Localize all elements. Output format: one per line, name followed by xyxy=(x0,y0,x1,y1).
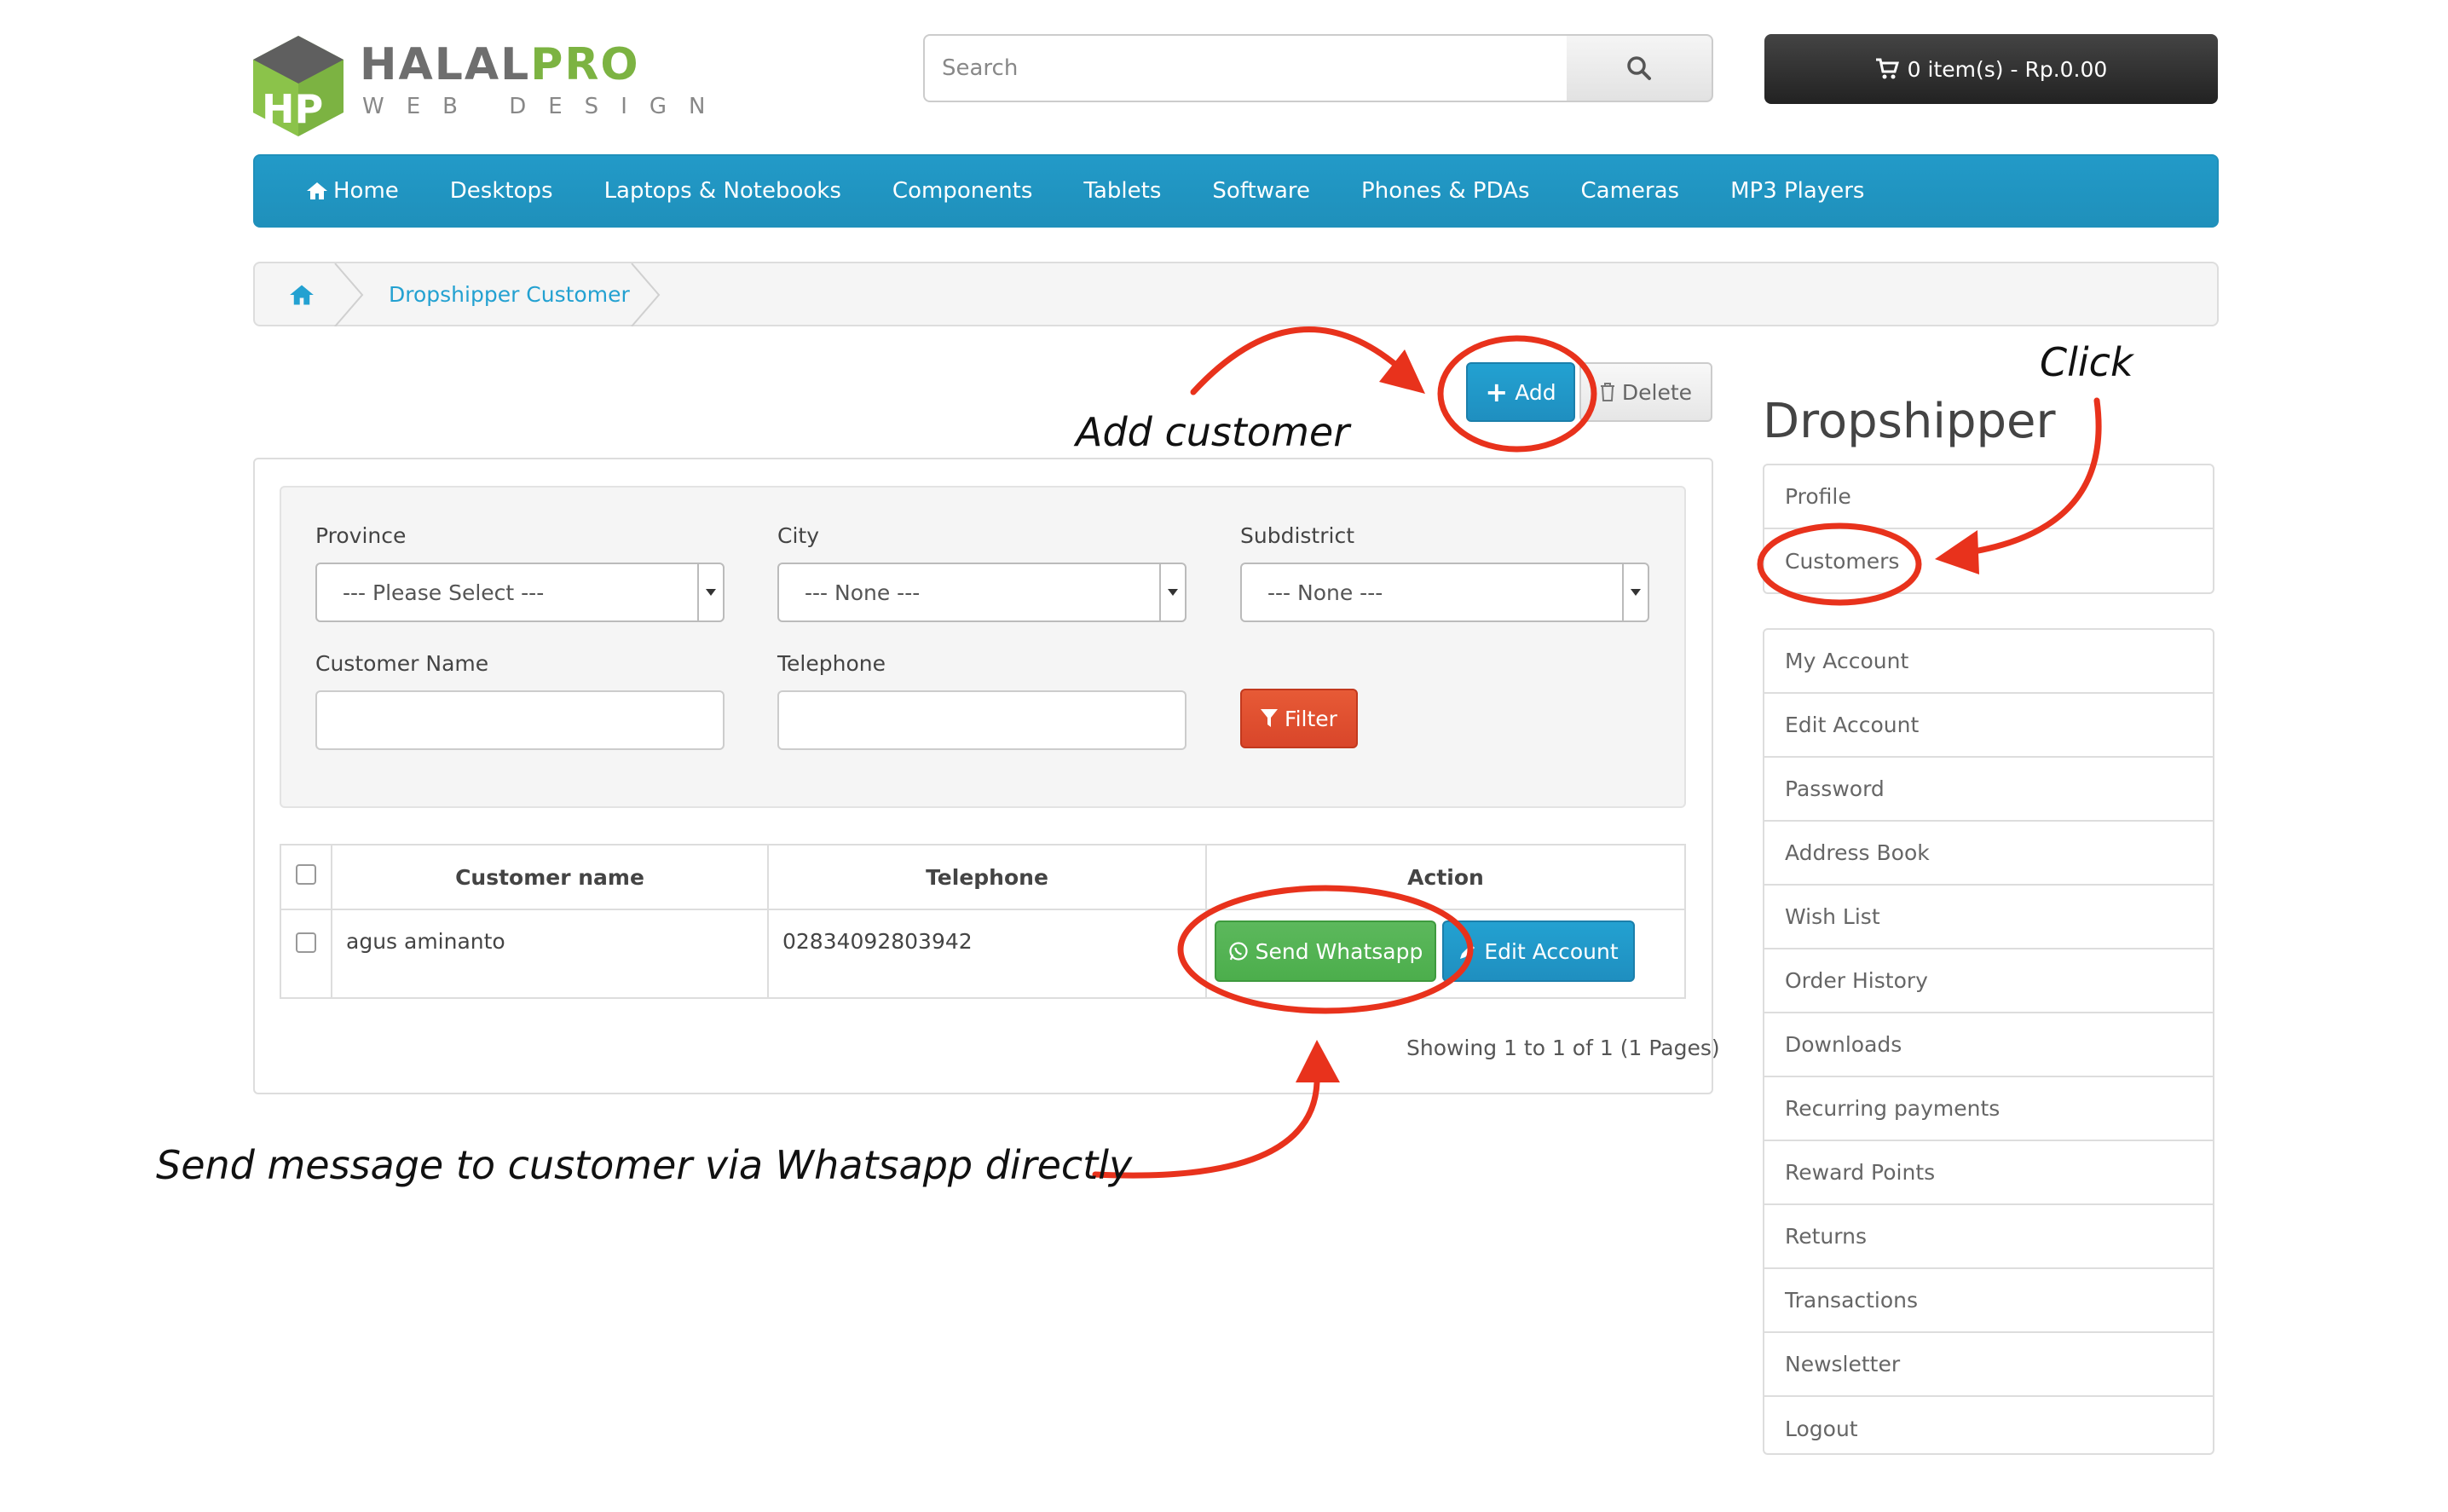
telephone-input[interactable] xyxy=(777,690,1186,750)
funnel-icon xyxy=(1261,709,1279,727)
breadcrumb-home-icon[interactable] xyxy=(289,284,315,306)
breadcrumb-separator xyxy=(334,263,364,326)
header-telephone[interactable]: Telephone xyxy=(767,844,1207,910)
breadcrumb: Dropshipper Customer xyxy=(253,262,2219,326)
menu-item-cameras[interactable]: Cameras xyxy=(1581,178,1680,204)
cell-telephone: 02834092803942 xyxy=(767,909,1207,999)
subdistrict-select[interactable]: --- None --- xyxy=(1240,563,1649,622)
annotation-send-message: Send message to customer via Whatsapp di… xyxy=(156,1142,1133,1188)
menu-item-tablets[interactable]: Tablets xyxy=(1083,178,1161,204)
main-menu: Home Desktops Laptops & Notebooks Compon… xyxy=(253,154,2219,228)
edit-account-button[interactable]: Edit Account xyxy=(1442,920,1635,982)
logo-name: HALALPRO xyxy=(360,39,640,90)
sidebar-title: Dropshipper xyxy=(1763,394,2056,449)
delete-button[interactable]: Delete xyxy=(1579,362,1712,422)
select-all-checkbox[interactable] xyxy=(296,864,316,885)
cart-button[interactable]: 0 item(s) - Rp.0.00 xyxy=(1764,34,2218,104)
sidebar-item-recurring-payments[interactable]: Recurring payments xyxy=(1764,1077,2213,1141)
header-customer-name[interactable]: Customer name xyxy=(331,844,769,910)
search-placeholder: Search xyxy=(942,55,1019,81)
breadcrumb-separator xyxy=(631,263,661,326)
table-header-row: Customer name Telephone Action xyxy=(280,844,1686,910)
search-input[interactable]: Search xyxy=(923,34,1568,102)
sidebar-item-customers[interactable]: Customers xyxy=(1764,529,2213,593)
sidebar-item-logout[interactable]: Logout xyxy=(1764,1397,2213,1461)
menu-item-mp3-players[interactable]: MP3 Players xyxy=(1730,178,1864,204)
customer-name-input[interactable] xyxy=(315,690,725,750)
add-button[interactable]: + Add xyxy=(1466,362,1575,422)
telephone-label: Telephone xyxy=(777,651,886,676)
sidebar-item-password[interactable]: Password xyxy=(1764,758,2213,822)
pencil-icon xyxy=(1460,944,1475,959)
chevron-down-icon xyxy=(697,564,723,620)
plus-icon: + xyxy=(1485,376,1509,408)
annotation-add-arrow xyxy=(1190,326,1401,395)
subdistrict-label: Subdistrict xyxy=(1240,523,1354,548)
chevron-down-icon xyxy=(1622,564,1648,620)
menu-item-home[interactable]: Home xyxy=(306,178,399,204)
whatsapp-icon xyxy=(1229,942,1248,961)
menu-item-phones-pdas[interactable]: Phones & PDAs xyxy=(1361,178,1529,204)
menu-item-components[interactable]: Components xyxy=(892,178,1033,204)
sidebar-item-downloads[interactable]: Downloads xyxy=(1764,1013,2213,1077)
filter-button[interactable]: Filter xyxy=(1240,689,1358,748)
select-all-cell xyxy=(280,844,332,910)
menu-item-laptops-notebooks[interactable]: Laptops & Notebooks xyxy=(604,178,841,204)
sidebar-group-account: My Account Edit Account Password Address… xyxy=(1763,628,2214,1455)
province-select[interactable]: --- Please Select --- xyxy=(315,563,725,622)
annotation-add-customer: Add customer xyxy=(1076,409,1350,455)
sidebar-item-order-history[interactable]: Order History xyxy=(1764,949,2213,1013)
menu-item-software[interactable]: Software xyxy=(1212,178,1310,204)
header-action: Action xyxy=(1205,844,1686,910)
trash-icon xyxy=(1600,383,1614,401)
chevron-down-icon xyxy=(1159,564,1185,620)
sidebar-item-address-book[interactable]: Address Book xyxy=(1764,822,2213,886)
sidebar-item-my-account[interactable]: My Account xyxy=(1764,630,2213,694)
annotation-add-arrowhead xyxy=(1379,349,1425,394)
row-checkbox[interactable] xyxy=(296,932,316,953)
customer-name-label: Customer Name xyxy=(315,651,489,676)
filter-well xyxy=(280,486,1686,808)
sidebar-item-edit-account[interactable]: Edit Account xyxy=(1764,694,2213,758)
logo-cube-icon: HP xyxy=(253,36,344,136)
city-label: City xyxy=(777,523,819,548)
row-select-cell xyxy=(280,909,332,999)
logo-tagline: WEB DESIGN xyxy=(362,94,728,119)
sidebar-item-wish-list[interactable]: Wish List xyxy=(1764,886,2213,949)
logo[interactable]: HP HALALPRO WEB DESIGN xyxy=(251,32,705,140)
sidebar-item-profile[interactable]: Profile xyxy=(1764,465,2213,529)
search-icon xyxy=(1627,56,1651,80)
city-select[interactable]: --- None --- xyxy=(777,563,1186,622)
cart-label: 0 item(s) - Rp.0.00 xyxy=(1907,56,2108,82)
breadcrumb-current[interactable]: Dropshipper Customer xyxy=(389,282,630,307)
sidebar-item-transactions[interactable]: Transactions xyxy=(1764,1269,2213,1333)
annotation-click: Click xyxy=(2040,339,2133,385)
sidebar-item-reward-points[interactable]: Reward Points xyxy=(1764,1141,2213,1205)
sidebar-item-returns[interactable]: Returns xyxy=(1764,1205,2213,1269)
svg-text:HP: HP xyxy=(262,86,323,132)
home-icon xyxy=(307,182,327,199)
menu-item-desktops[interactable]: Desktops xyxy=(450,178,553,204)
search-button[interactable] xyxy=(1567,34,1713,102)
pagination-text: Showing 1 to 1 of 1 (1 Pages) xyxy=(1406,1036,1720,1060)
cell-customer-name: agus aminanto xyxy=(331,909,769,999)
send-whatsapp-button[interactable]: Send Whatsapp xyxy=(1215,920,1436,982)
province-label: Province xyxy=(315,523,407,548)
sidebar-group-dropshipper: Profile Customers xyxy=(1763,464,2214,594)
sidebar-item-newsletter[interactable]: Newsletter xyxy=(1764,1333,2213,1397)
cart-icon xyxy=(1875,58,1899,79)
